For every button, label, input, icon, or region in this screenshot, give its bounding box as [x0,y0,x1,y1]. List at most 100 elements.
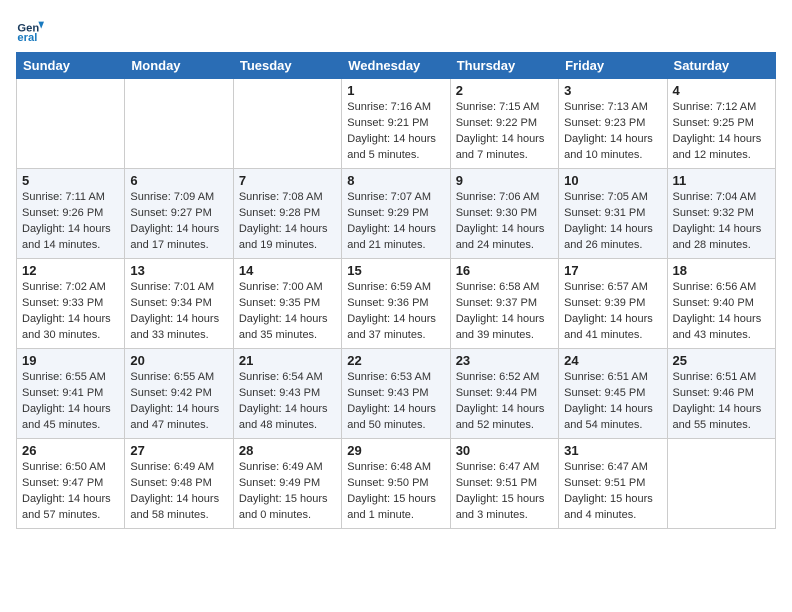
day-info: Sunrise: 6:49 AMSunset: 9:49 PMDaylight:… [239,461,328,521]
calendar-cell: 31 Sunrise: 6:47 AMSunset: 9:51 PMDayligh… [559,439,667,529]
day-info: Sunrise: 7:00 AMSunset: 9:35 PMDaylight:… [239,281,328,341]
calendar-cell: 13 Sunrise: 7:01 AMSunset: 9:34 PMDayligh… [125,259,233,349]
calendar-cell: 9Sunrise: 7:06 AMSunset: 9:30 PMDaylight… [450,169,558,259]
day-info: Sunrise: 6:58 AMSunset: 9:37 PMDaylight:… [456,281,545,341]
day-number: 9 [456,173,553,188]
day-number: 13 [130,263,227,278]
day-info: Sunrise: 7:15 AMSunset: 9:22 PMDaylight:… [456,101,545,161]
calendar-cell: 30 Sunrise: 6:47 AMSunset: 9:51 PMDayligh… [450,439,558,529]
day-info: Sunrise: 7:09 AMSunset: 9:27 PMDaylight:… [130,191,219,251]
calendar-cell [667,439,775,529]
calendar-cell: 28 Sunrise: 6:49 AMSunset: 9:49 PMDayligh… [233,439,341,529]
day-info: Sunrise: 6:55 AMSunset: 9:42 PMDaylight:… [130,371,219,431]
day-number: 30 [456,443,553,458]
calendar-cell: 1 Sunrise: 7:16 AMSunset: 9:21 PMDaylight… [342,79,450,169]
day-info: Sunrise: 7:01 AMSunset: 9:34 PMDaylight:… [130,281,219,341]
day-number: 16 [456,263,553,278]
calendar-cell: 8 Sunrise: 7:07 AMSunset: 9:29 PMDaylight… [342,169,450,259]
day-info: Sunrise: 6:48 AMSunset: 9:50 PMDaylight:… [347,461,436,521]
calendar-cell: 22 Sunrise: 6:53 AMSunset: 9:43 PMDayligh… [342,349,450,439]
day-info: Sunrise: 7:02 AMSunset: 9:33 PMDaylight:… [22,281,111,341]
day-info: Sunrise: 6:53 AMSunset: 9:43 PMDaylight:… [347,371,436,431]
day-number: 21 [239,353,336,368]
day-info: Sunrise: 6:57 AMSunset: 9:39 PMDaylight:… [564,281,653,341]
day-number: 4 [673,83,770,98]
day-number: 20 [130,353,227,368]
calendar-cell: 15 Sunrise: 6:59 AMSunset: 9:36 PMDayligh… [342,259,450,349]
calendar-cell: 16 Sunrise: 6:58 AMSunset: 9:37 PMDayligh… [450,259,558,349]
day-number: 3 [564,83,661,98]
day-info: Sunrise: 7:12 AMSunset: 9:25 PMDaylight:… [673,101,762,161]
day-info: Sunrise: 7:13 AMSunset: 9:23 PMDaylight:… [564,101,653,161]
weekday-header-wednesday: Wednesday [342,53,450,79]
calendar-cell: 19 Sunrise: 6:55 AMSunset: 9:41 PMDayligh… [17,349,125,439]
weekday-header-monday: Monday [125,53,233,79]
day-info: Sunrise: 7:16 AMSunset: 9:21 PMDaylight:… [347,101,436,161]
day-info: Sunrise: 6:51 AMSunset: 9:46 PMDaylight:… [673,371,762,431]
day-number: 1 [347,83,444,98]
calendar-cell: 10 Sunrise: 7:05 AMSunset: 9:31 PMDayligh… [559,169,667,259]
logo-icon: Gen eral [16,16,44,44]
calendar-cell: 27Sunrise: 6:49 AMSunset: 9:48 PMDayligh… [125,439,233,529]
calendar-cell: 18 Sunrise: 6:56 AMSunset: 9:40 PMDayligh… [667,259,775,349]
day-number: 7 [239,173,336,188]
page-header: Gen eral [16,16,776,44]
calendar-cell: 3 Sunrise: 7:13 AMSunset: 9:23 PMDaylight… [559,79,667,169]
day-info: Sunrise: 6:59 AMSunset: 9:36 PMDaylight:… [347,281,436,341]
week-row-1: 1 Sunrise: 7:16 AMSunset: 9:21 PMDaylight… [17,79,776,169]
calendar-cell: 5 Sunrise: 7:11 AMSunset: 9:26 PMDaylight… [17,169,125,259]
day-info: Sunrise: 6:56 AMSunset: 9:40 PMDaylight:… [673,281,762,341]
day-number: 23 [456,353,553,368]
weekday-header-thursday: Thursday [450,53,558,79]
day-number: 26 [22,443,119,458]
day-number: 27 [130,443,227,458]
weekday-header-sunday: Sunday [17,53,125,79]
day-number: 10 [564,173,661,188]
week-row-2: 5 Sunrise: 7:11 AMSunset: 9:26 PMDaylight… [17,169,776,259]
day-info: Sunrise: 6:54 AMSunset: 9:43 PMDaylight:… [239,371,328,431]
day-info: Sunrise: 7:05 AMSunset: 9:31 PMDaylight:… [564,191,653,251]
day-info: Sunrise: 6:47 AMSunset: 9:51 PMDaylight:… [564,461,653,521]
logo: Gen eral [16,16,48,44]
day-number: 24 [564,353,661,368]
week-row-3: 12 Sunrise: 7:02 AMSunset: 9:33 PMDayligh… [17,259,776,349]
calendar-cell: 2 Sunrise: 7:15 AMSunset: 9:22 PMDaylight… [450,79,558,169]
day-number: 15 [347,263,444,278]
calendar-cell: 23 Sunrise: 6:52 AMSunset: 9:44 PMDayligh… [450,349,558,439]
day-number: 31 [564,443,661,458]
day-info: Sunrise: 6:51 AMSunset: 9:45 PMDaylight:… [564,371,653,431]
day-number: 6 [130,173,227,188]
calendar-cell: 26Sunrise: 6:50 AMSunset: 9:47 PMDayligh… [17,439,125,529]
weekday-header-row: SundayMondayTuesdayWednesdayThursdayFrid… [17,53,776,79]
day-info: Sunrise: 6:55 AMSunset: 9:41 PMDaylight:… [22,371,111,431]
day-number: 2 [456,83,553,98]
day-number: 11 [673,173,770,188]
day-info: Sunrise: 6:52 AMSunset: 9:44 PMDaylight:… [456,371,545,431]
weekday-header-tuesday: Tuesday [233,53,341,79]
calendar-cell: 4 Sunrise: 7:12 AMSunset: 9:25 PMDaylight… [667,79,775,169]
calendar-cell: 17Sunrise: 6:57 AMSunset: 9:39 PMDayligh… [559,259,667,349]
day-number: 22 [347,353,444,368]
calendar-cell [17,79,125,169]
calendar-cell: 6 Sunrise: 7:09 AMSunset: 9:27 PMDaylight… [125,169,233,259]
calendar-cell: 25Sunrise: 6:51 AMSunset: 9:46 PMDayligh… [667,349,775,439]
day-number: 19 [22,353,119,368]
day-number: 28 [239,443,336,458]
calendar-cell: 24 Sunrise: 6:51 AMSunset: 9:45 PMDayligh… [559,349,667,439]
calendar-cell: 14Sunrise: 7:00 AMSunset: 9:35 PMDayligh… [233,259,341,349]
day-number: 29 [347,443,444,458]
day-number: 8 [347,173,444,188]
day-info: Sunrise: 7:08 AMSunset: 9:28 PMDaylight:… [239,191,328,251]
calendar-cell [125,79,233,169]
day-info: Sunrise: 7:11 AMSunset: 9:26 PMDaylight:… [22,191,111,251]
day-info: Sunrise: 7:07 AMSunset: 9:29 PMDaylight:… [347,191,436,251]
day-number: 18 [673,263,770,278]
calendar-cell: 12 Sunrise: 7:02 AMSunset: 9:33 PMDayligh… [17,259,125,349]
day-info: Sunrise: 6:47 AMSunset: 9:51 PMDaylight:… [456,461,545,521]
day-number: 12 [22,263,119,278]
week-row-4: 19 Sunrise: 6:55 AMSunset: 9:41 PMDayligh… [17,349,776,439]
calendar-cell: 21 Sunrise: 6:54 AMSunset: 9:43 PMDayligh… [233,349,341,439]
day-number: 5 [22,173,119,188]
weekday-header-saturday: Saturday [667,53,775,79]
weekday-header-friday: Friday [559,53,667,79]
